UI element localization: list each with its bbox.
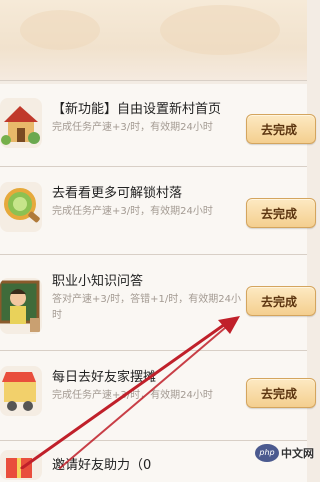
watermark-text: 中文网 <box>281 447 314 460</box>
php-logo-icon: php <box>255 444 279 462</box>
watermark: php 中文网 <box>255 440 314 466</box>
annotation-arrow <box>20 316 240 469</box>
